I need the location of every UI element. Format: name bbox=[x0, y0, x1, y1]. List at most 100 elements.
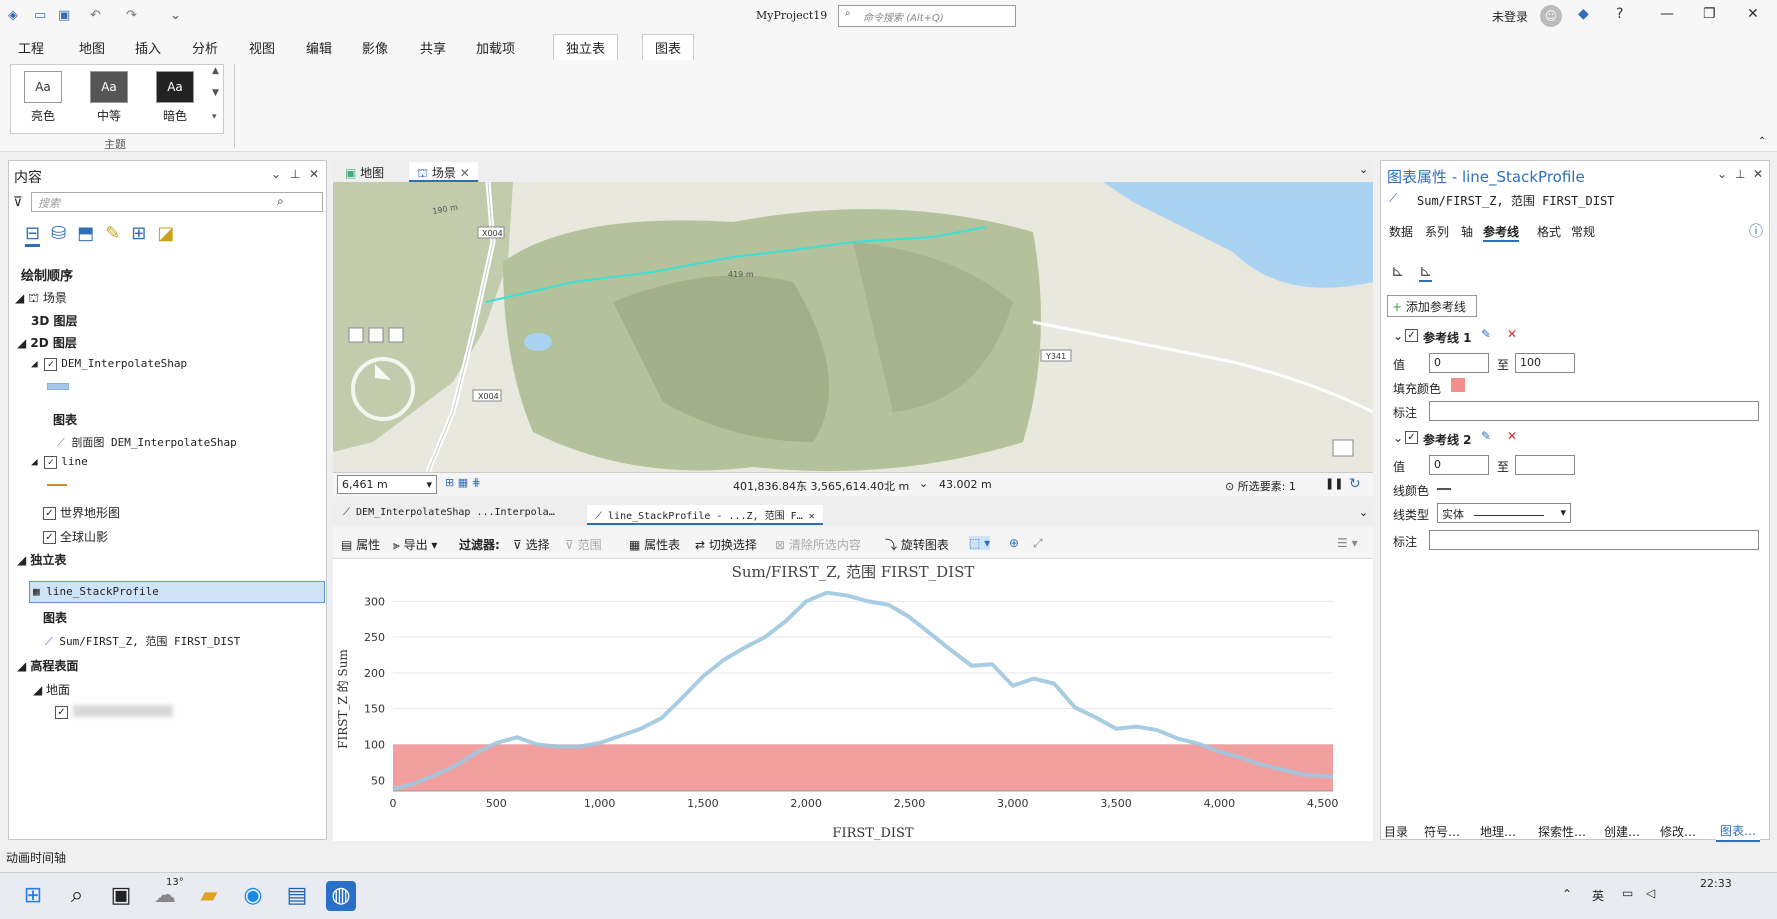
theme-light[interactable]: Aa 亮色 bbox=[12, 66, 74, 132]
ref2-line-color-swatch[interactable] bbox=[1437, 488, 1451, 490]
select-tool-icon[interactable]: ⬚ ▾ bbox=[969, 536, 991, 550]
tree-3d-layers[interactable]: 3D 图层 bbox=[31, 312, 78, 329]
edge-icon[interactable]: ◉ bbox=[238, 881, 268, 911]
tab-view[interactable]: 视图 bbox=[249, 38, 275, 57]
expand-icon[interactable]: ◢ bbox=[15, 291, 24, 305]
ref1-collapse-icon[interactable]: ⌄ bbox=[1393, 329, 1403, 343]
coord-dropdown-icon[interactable]: ⌄ bbox=[919, 477, 928, 490]
gallery-scroll-down-icon[interactable]: ▼ bbox=[212, 88, 219, 98]
snapping-icon[interactable]: ⊞ bbox=[131, 223, 146, 247]
export-button[interactable]: ⫸ 导出 ▾ bbox=[393, 536, 437, 553]
tab-imagery[interactable]: 影像 bbox=[362, 38, 388, 57]
arcgis-pro-icon[interactable]: ◍ bbox=[326, 881, 356, 911]
search-icon[interactable]: ⌕ bbox=[62, 881, 92, 911]
tree-elevation-surfaces[interactable]: ◢ 高程表面 bbox=[17, 657, 78, 674]
collapse-ribbon-icon[interactable]: ⌃ bbox=[1758, 136, 1766, 147]
tab-standalone-table[interactable]: 独立表 bbox=[553, 34, 619, 61]
tab-general[interactable]: 常规 bbox=[1571, 223, 1595, 240]
redo-icon[interactable]: ↷ bbox=[126, 8, 137, 23]
dem-checkbox[interactable]: ✓ bbox=[44, 357, 58, 371]
tab-geoprocessing[interactable]: 地理… bbox=[1480, 823, 1516, 840]
labeling-icon[interactable]: ◪ bbox=[157, 223, 174, 247]
pane-options-icon[interactable]: ⌄ bbox=[271, 167, 281, 181]
tab-map-view[interactable]: ▣ 地图 bbox=[337, 162, 392, 182]
tab-axis[interactable]: 轴 bbox=[1461, 223, 1473, 240]
tree-2d-layers[interactable]: ◢ 2D 图层 bbox=[17, 334, 77, 351]
tab-chart[interactable]: 图表 bbox=[642, 34, 695, 62]
ref2-from-input[interactable]: 0 bbox=[1429, 455, 1489, 475]
command-search-input[interactable]: ⌕ 命令搜索 (Alt+Q) bbox=[838, 5, 1016, 27]
help-icon[interactable]: ⓘ bbox=[1749, 221, 1763, 241]
theme-medium[interactable]: Aa 中等 bbox=[78, 66, 140, 132]
tree-ground-source[interactable]: ✓ bbox=[55, 705, 173, 719]
ref1-delete-icon[interactable]: ✕ bbox=[1507, 327, 1517, 341]
tab-catalog[interactable]: 目录 bbox=[1384, 823, 1408, 840]
tab-close-icon[interactable]: ✕ bbox=[809, 511, 815, 522]
world-topo-checkbox[interactable]: ✓ bbox=[43, 507, 56, 520]
volume-icon[interactable]: ◁ bbox=[1646, 886, 1655, 900]
app-icon[interactable]: ◈ bbox=[8, 8, 18, 23]
pane-close-icon[interactable]: ✕ bbox=[309, 167, 319, 181]
scale-select[interactable]: 6,461 m ▾ bbox=[337, 475, 437, 494]
ref2-delete-icon[interactable]: ✕ bbox=[1507, 429, 1517, 443]
ref2-collapse-icon[interactable]: ⌄ bbox=[1393, 431, 1403, 445]
tree-scene[interactable]: ◢ ⛫ 场景 bbox=[15, 289, 67, 307]
filter-select-button[interactable]: ⊽ 选择 bbox=[513, 536, 550, 553]
ground-checkbox[interactable]: ✓ bbox=[55, 706, 68, 719]
gallery-scroll-up-icon[interactable]: ▲ bbox=[212, 66, 219, 76]
theme-dark[interactable]: Aa 暗色 bbox=[144, 66, 206, 132]
pin-icon[interactable]: ⊥ bbox=[1735, 167, 1745, 181]
ref1-checkbox[interactable]: ✓ bbox=[1405, 328, 1422, 342]
tab-scene-view[interactable]: ⛫ 场景 ✕ bbox=[409, 162, 478, 182]
drawing-order-icon[interactable]: ⊟ bbox=[25, 223, 41, 247]
tab-reference-lines[interactable]: 参考线 bbox=[1483, 223, 1520, 242]
tab-addins[interactable]: 加载项 bbox=[476, 38, 515, 57]
notification-icon[interactable]: ◆ bbox=[1578, 6, 1589, 22]
ref1-edit-icon[interactable]: ✎ bbox=[1481, 327, 1491, 341]
help-icon[interactable]: ? bbox=[1616, 6, 1623, 22]
login-status[interactable]: 未登录 bbox=[1492, 8, 1528, 25]
minimize-icon[interactable]: — bbox=[1660, 6, 1674, 22]
store-icon[interactable]: ▤ bbox=[282, 881, 312, 911]
tab-data[interactable]: 数据 bbox=[1389, 223, 1413, 240]
tab-explore[interactable]: 探索性… bbox=[1538, 823, 1586, 840]
tab-analysis[interactable]: 分析 bbox=[192, 38, 218, 57]
pane-options-icon[interactable]: ⌄ bbox=[1717, 167, 1727, 181]
hillshade-checkbox[interactable]: ✓ bbox=[43, 531, 56, 544]
input-language[interactable]: 英 bbox=[1592, 887, 1604, 904]
properties-button[interactable]: ▤ 属性 bbox=[341, 536, 380, 553]
ref1-fill-color-swatch[interactable] bbox=[1451, 378, 1465, 392]
tree-standalone-tables[interactable]: ◢ 独立表 bbox=[17, 551, 66, 568]
pin-icon[interactable]: ⊥ bbox=[290, 167, 300, 181]
close-icon[interactable]: ✕ bbox=[1747, 6, 1759, 22]
vertical-axis-icon[interactable]: ⊾ bbox=[1391, 261, 1404, 280]
ref2-type-select[interactable]: 实体 ▾ bbox=[1437, 503, 1571, 523]
ref2-edit-icon[interactable]: ✎ bbox=[1481, 429, 1491, 443]
filter-icon[interactable]: ⊽ bbox=[13, 195, 23, 210]
avatar[interactable]: ☺ bbox=[1540, 5, 1562, 27]
tree-dem-layer[interactable]: ◢ ✓ DEM_InterpolateShap bbox=[31, 357, 187, 371]
filter-extent-button[interactable]: ⊽ 范围 bbox=[565, 536, 602, 553]
customize-icon[interactable]: ⌄ bbox=[170, 8, 181, 23]
tab-project[interactable]: 工程 bbox=[18, 38, 44, 57]
start-icon[interactable]: ⊞ bbox=[18, 881, 48, 911]
tree-line-layer[interactable]: ◢ ✓ line bbox=[31, 455, 88, 469]
selection-icon[interactable]: ⬒ bbox=[77, 223, 94, 247]
editing-icon[interactable]: ✎ bbox=[105, 223, 120, 247]
view-dropdown-icon[interactable]: ⌄ bbox=[1359, 163, 1368, 176]
open-icon[interactable]: ▭ bbox=[34, 8, 46, 23]
clear-selection-button[interactable]: ⊠ 清除所选内容 bbox=[775, 536, 861, 553]
ref2-note-input[interactable] bbox=[1429, 530, 1759, 550]
line-checkbox[interactable]: ✓ bbox=[44, 455, 58, 469]
undo-icon[interactable]: ↶ bbox=[90, 8, 101, 23]
tab-symbology[interactable]: 符号… bbox=[1424, 823, 1460, 840]
toggle-selection-button[interactable]: ⇄ 切换选择 bbox=[695, 536, 757, 553]
tab-share[interactable]: 共享 bbox=[420, 38, 446, 57]
save-icon[interactable]: ▣ bbox=[58, 8, 70, 23]
pause-icon[interactable]: ❚❚ bbox=[1325, 477, 1343, 490]
attribute-table-button[interactable]: ▦ 属性表 bbox=[629, 536, 680, 553]
tab-insert[interactable]: 插入 bbox=[135, 38, 161, 57]
refresh-icon[interactable]: ↻ bbox=[1349, 476, 1361, 492]
ref2-to-input[interactable] bbox=[1515, 455, 1575, 475]
full-extent-icon[interactable]: ⤢ bbox=[1033, 536, 1043, 551]
